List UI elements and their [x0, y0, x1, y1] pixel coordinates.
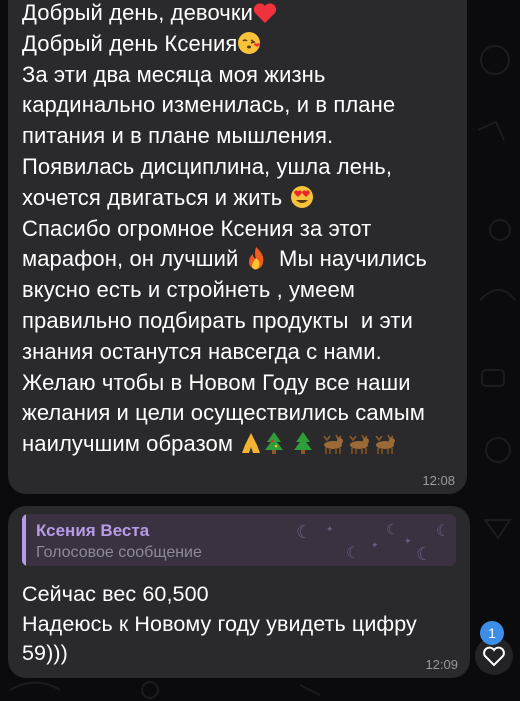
svg-text:☾: ☾ — [436, 521, 450, 540]
svg-text:✦: ✦ — [326, 525, 334, 535]
message-text: Сейчас вес 60,500 Надеюсь к Новому году … — [22, 582, 417, 665]
reply-accent-bar — [22, 514, 26, 566]
svg-text:☾: ☾ — [416, 544, 432, 565]
message-bubble-incoming[interactable]: Добрый день, девочки Добрый день Ксения … — [8, 0, 467, 494]
folded-hands-icon — [242, 433, 261, 454]
red-heart-icon — [253, 3, 277, 23]
message-bubble-incoming[interactable]: Ксения Веста Голосовое сообщение ☾ ☾ ☾ ☾ ☾… — [8, 506, 470, 678]
message-text: Добрый день, девочки Добрый день Ксения … — [22, 0, 427, 457]
deer-icon — [323, 434, 343, 455]
reply-author: Ксения Веста — [36, 521, 150, 540]
heart-eyes-icon — [290, 185, 313, 208]
svg-text:☾: ☾ — [346, 543, 360, 562]
reply-snippet: Голосовое сообщение — [36, 544, 202, 561]
message-time: 12:09 — [425, 657, 458, 672]
svg-text:☾: ☾ — [386, 522, 399, 538]
reply-preview[interactable]: Ксения Веста Голосовое сообщение ☾ ☾ ☾ ☾ ☾… — [22, 514, 456, 566]
heart-outline-icon — [483, 646, 505, 667]
christmas-tree-icon — [293, 432, 312, 455]
deer-icon — [349, 434, 369, 455]
unread-badge: 1 — [480, 621, 504, 645]
deer-icon — [375, 434, 395, 455]
svg-text:✦: ✦ — [371, 541, 379, 551]
face-blowing-kiss-icon — [238, 31, 261, 54]
fire-icon — [248, 247, 263, 270]
christmas-tree-icon — [265, 432, 284, 455]
reply-pattern-decoration: ☾☾ ☾☾ ☾✦ ✦ ✦ — [296, 521, 450, 565]
svg-text:☾: ☾ — [296, 522, 312, 543]
svg-text:✦: ✦ — [404, 537, 412, 547]
message-time: 12:08 — [422, 473, 455, 488]
